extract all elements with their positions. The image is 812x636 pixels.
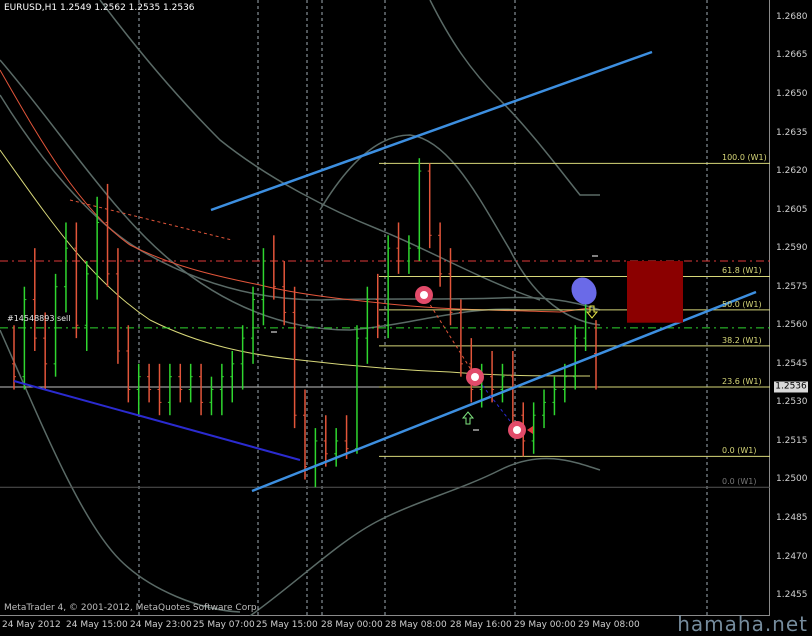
price-tick-label: 1.2545	[776, 358, 808, 369]
fibonacci-level-label: 0.0 (W1)	[722, 446, 757, 456]
current-position-marker-icon	[571, 277, 597, 305]
trade-marker-center	[513, 426, 521, 434]
red-dotted-line	[69, 199, 233, 241]
price-tick-label: 1.2485	[776, 513, 808, 524]
fibonacci-level-label: 38.2 (W1)	[722, 335, 762, 345]
moving-average-curve	[0, 94, 601, 311]
time-tick-label: 25 May 15:00	[256, 620, 318, 630]
fibonacci-level-label: 61.8 (W1)	[722, 266, 762, 276]
time-tick-label: 25 May 07:00	[193, 620, 255, 630]
price-tick-label: 1.2665	[776, 50, 808, 61]
price-tick-label: 1.2500	[776, 474, 808, 485]
fibonacci-level-label: 23.6 (W1)	[722, 376, 762, 386]
fibonacci-level-label: 50.0 (W1)	[722, 299, 762, 309]
order-label: #14548893 sell	[7, 314, 71, 323]
price-tick-label: 1.2650	[776, 88, 808, 99]
moving-average-curve	[0, 329, 241, 613]
up-arrow-icon	[461, 411, 475, 425]
price-tick-label: 1.2635	[776, 127, 808, 138]
copyright-footer: MetaTrader 4, © 2001-2012, MetaQuotes So…	[4, 603, 260, 613]
time-tick-label: 29 May 00:00	[514, 620, 576, 630]
time-tick-label: 24 May 2012	[2, 620, 61, 630]
red-dotted-line	[423, 294, 476, 377]
price-tick-label: 1.2455	[776, 590, 808, 601]
price-tick-label: 1.2590	[776, 243, 808, 254]
price-tick-label: 1.2620	[776, 166, 808, 177]
current-price-marker: 1.2536	[774, 381, 808, 393]
blue-trend-line	[13, 380, 301, 461]
price-chart[interactable]	[0, 0, 770, 616]
plot-area[interactable]: EURUSD,H1 1.2549 1.2562 1.2535 1.2536 #1…	[0, 0, 770, 616]
time-tick-label: 28 May 16:00	[450, 620, 512, 630]
time-tick-label: 24 May 23:00	[130, 620, 192, 630]
time-tick-label: 24 May 15:00	[66, 620, 128, 630]
price-tick-label: 1.2680	[776, 11, 808, 22]
moving-average-curve	[0, 59, 521, 331]
fibonacci-level-label: 0.0 (W1)	[722, 477, 757, 487]
symbol-info-header: EURUSD,H1 1.2549 1.2562 1.2535 1.2536	[4, 3, 195, 13]
price-tick-label: 1.2575	[776, 281, 808, 292]
upper-channel-line	[210, 50, 653, 212]
price-tick-label: 1.2605	[776, 204, 808, 215]
time-tick-label: 28 May 00:00	[321, 620, 383, 630]
moving-average-curve	[99, 0, 541, 301]
time-axis[interactable]: 24 May 2012 24 May 15:00 24 May 23:00 25 Ma…	[0, 616, 770, 635]
price-tick-label: 1.2530	[776, 397, 808, 408]
trade-marker-center	[420, 291, 428, 299]
time-tick-label: 29 May 08:00	[578, 620, 640, 630]
trade-marker-center	[471, 373, 479, 381]
sell-zone-box	[627, 261, 683, 323]
metatrader-chart-window[interactable]: EURUSD,H1 1.2549 1.2562 1.2535 1.2536 #1…	[0, 0, 812, 636]
moving-average-curve	[249, 457, 601, 616]
fibonacci-level-label: 100.0 (W1)	[722, 153, 767, 163]
price-tick-label: 1.2515	[776, 435, 808, 446]
price-tick-label: 1.2470	[776, 551, 808, 562]
watermark: hamaha.net	[677, 612, 808, 636]
price-tick-label: 1.2560	[776, 320, 808, 331]
time-tick-label: 28 May 08:00	[385, 620, 447, 630]
sell-triangle-icon	[527, 426, 533, 434]
price-axis[interactable]: 1.2680 1.2665 1.2650 1.2635 1.2620 1.2605 1.25…	[770, 0, 812, 616]
